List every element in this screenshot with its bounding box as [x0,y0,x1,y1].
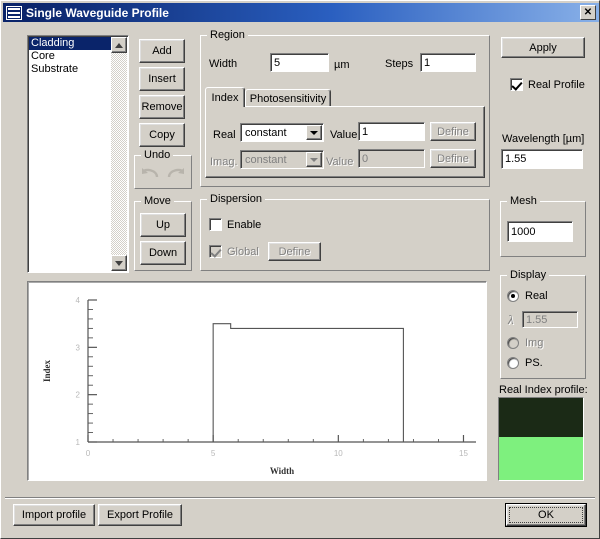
display-img-label: Img [525,337,544,349]
index-profile-bottom-color [499,436,583,480]
width-label: Width [209,58,238,70]
wavelength-label: Wavelength [µm] [502,133,585,145]
radio-circle [507,357,519,369]
svg-text:0: 0 [86,449,91,458]
display-group-label: Display [507,269,550,281]
window-title: Single Waveguide Profile [26,5,169,20]
imag-value-input[interactable]: 0 [358,149,425,168]
export-profile-button[interactable]: Export Profile [98,504,182,526]
copy-button[interactable]: Copy [139,123,185,147]
layer-list-scrollbar[interactable] [111,37,127,271]
imag-define-button[interactable]: Define [430,149,476,168]
width-unit-label: µm [334,59,350,71]
move-up-button[interactable]: Up [140,213,186,237]
checkbox-box [209,245,222,258]
redo-arrow-icon [167,168,185,178]
mesh-group-label: Mesh [507,195,540,207]
scroll-up-icon[interactable] [111,37,127,53]
layer-list[interactable]: Cladding Core Substrate [27,35,129,273]
real-index-mode-combo[interactable]: constant [240,123,324,142]
real-index-label: Real [213,129,236,141]
region-group-label: Region [207,29,248,41]
wavelength-input[interactable]: 1.55 [501,149,583,169]
steps-label: Steps [385,58,414,70]
ok-button[interactable]: OK [506,504,586,526]
dispersion-define-button[interactable]: Define [268,242,321,261]
real-define-button[interactable]: Define [430,122,476,141]
index-profile-swatch [498,397,584,481]
imag-index-label: Imag. [210,156,238,168]
svg-text:10: 10 [334,449,343,458]
display-img-radio[interactable]: Img [507,337,543,349]
move-group-label: Move [141,195,174,207]
mesh-input[interactable]: 1000 [507,221,573,242]
chart-canvas: 0 5 10 15 1 2 3 4 Width Index [42,296,476,476]
real-index-mode-value: constant [245,126,287,139]
svg-text:3: 3 [76,343,81,352]
tab-index[interactable]: Index [205,87,245,107]
display-real-label: Real [525,290,548,302]
svg-text:Index: Index [42,360,52,383]
index-profile-caption: Real Index profile: [499,384,588,396]
ok-button-label: OK [509,507,583,523]
apply-button[interactable]: Apply [501,37,585,58]
width-input[interactable]: 5 [270,53,329,72]
real-profile-checkbox[interactable]: Real Profile [510,78,585,91]
undo-group-label: Undo [141,149,174,161]
chevron-down-icon[interactable] [306,152,322,167]
index-profile-chart: 0 5 10 15 1 2 3 4 Width Index [27,281,487,481]
dispersion-enable-label: Enable [227,218,262,231]
lambda-input[interactable]: 1.55 [522,311,578,328]
remove-button[interactable]: Remove [139,95,185,119]
index-profile-top-color [499,398,583,437]
chevron-down-icon[interactable] [306,125,322,140]
waveguide-icon [6,5,22,20]
dispersion-global-label: Global [227,245,259,258]
dispersion-group-label: Dispersion [207,193,265,205]
display-ps-radio[interactable]: PS. [507,357,543,369]
imag-index-mode-value: constant [245,153,287,166]
imag-value-label: Value [326,156,354,168]
move-down-button[interactable]: Down [140,241,186,265]
svg-text:1: 1 [76,438,81,447]
checkbox-box [510,78,523,91]
imag-index-mode-combo[interactable]: constant [240,150,324,169]
real-value-label: Value [330,129,358,141]
svg-text:15: 15 [459,449,468,458]
scrollbar-track[interactable] [111,53,127,255]
svg-text:4: 4 [76,296,81,305]
dispersion-global-checkbox[interactable]: Global [209,245,259,258]
insert-button[interactable]: Insert [139,67,185,91]
list-item[interactable]: Substrate [29,63,111,76]
radio-circle [507,290,519,302]
dispersion-enable-checkbox[interactable]: Enable [209,218,261,231]
real-value-input[interactable]: 1 [358,122,425,141]
layer-list-items: Cladding Core Substrate [29,37,111,76]
radio-circle [507,337,519,349]
list-item[interactable]: Core [29,50,111,63]
display-real-radio[interactable]: Real [507,290,548,302]
svg-text:2: 2 [76,391,81,400]
display-ps-label: PS. [525,357,543,369]
dispersion-group: Dispersion [200,193,490,271]
tab-photosensitivity[interactable]: Photosensitivity [245,89,331,107]
dialog-window: Single Waveguide Profile ✕ Cladding Core… [0,0,600,539]
svg-text:Width: Width [270,466,294,476]
import-profile-button[interactable]: Import profile [13,504,95,526]
undo-arrow-icon [141,168,159,178]
add-button[interactable]: Add [139,39,185,63]
checkbox-box [209,218,222,231]
close-icon[interactable]: ✕ [580,5,596,20]
real-profile-label: Real Profile [528,78,585,91]
svg-text:5: 5 [211,449,216,458]
list-item[interactable]: Cladding [29,37,111,50]
steps-input[interactable]: 1 [420,53,476,72]
lambda-icon: λ [508,312,514,327]
title-bar: Single Waveguide Profile ✕ [3,3,599,22]
scroll-down-icon[interactable] [111,255,127,271]
